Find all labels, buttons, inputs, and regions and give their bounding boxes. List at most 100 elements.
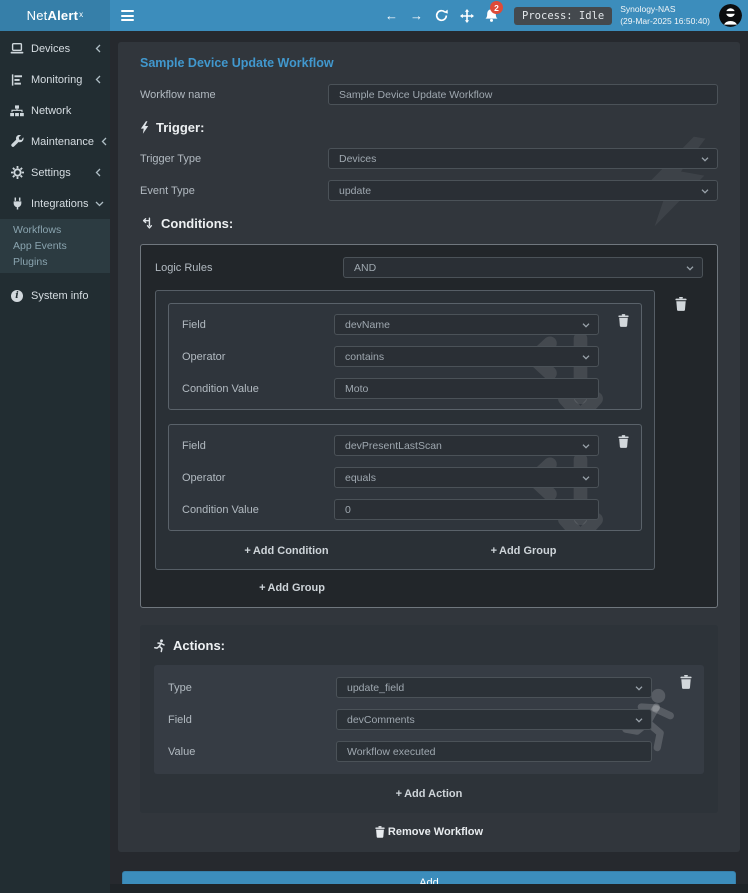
sidebar-item-monitoring[interactable]: Monitoring (0, 64, 110, 95)
action-field-label: Field (168, 714, 336, 726)
event-type-label: Event Type (140, 185, 328, 197)
brand-text: Net (27, 8, 48, 23)
condition-field-select[interactable]: devName (334, 314, 599, 335)
workflow-title-link[interactable]: Sample Device Update Workflow (140, 56, 718, 70)
chevron-down-icon (582, 476, 590, 481)
logic-rules-select[interactable]: AND (343, 257, 703, 278)
condition-value-input[interactable]: Moto (334, 378, 599, 399)
sidebar-item-label: Devices (31, 43, 70, 55)
delete-condition-button[interactable] (618, 314, 629, 327)
refresh-icon (435, 9, 448, 22)
actions-section-header: Actions: (154, 638, 704, 653)
top-navbar: NetAlertx ← → 2 Process: Idle Synology-N… (0, 0, 748, 31)
sidebar-item-label: Settings (31, 167, 71, 179)
chevron-down-icon (95, 201, 104, 207)
condition-value-input[interactable]: 0 (334, 499, 599, 520)
trash-icon (375, 826, 385, 838)
avatar-ninja-icon (719, 4, 742, 27)
condition-value-label: Condition Value (182, 383, 334, 395)
submenu-item-workflows[interactable]: Workflows (0, 222, 110, 238)
trash-icon (618, 314, 629, 327)
sidebar-item-devices[interactable]: Devices (0, 33, 110, 64)
gear-icon (10, 166, 24, 179)
trigger-type-select[interactable]: Devices (328, 148, 718, 169)
arrows-move-icon (460, 9, 474, 23)
chevron-left-icon (95, 75, 101, 84)
integrations-submenu: Workflows App Events Plugins (0, 219, 110, 273)
workflow-name-input[interactable]: Sample Device Update Workflow (328, 84, 718, 105)
condition-operator-select[interactable]: contains (334, 346, 599, 367)
laptop-icon (10, 43, 24, 54)
sidebar-item-network[interactable]: Network (0, 95, 110, 126)
server-name: Synology-NAS (620, 4, 710, 15)
footer-strip (110, 884, 748, 893)
trigger-type-label: Trigger Type (140, 153, 328, 165)
actions-section: Actions: Type update_field Field (140, 625, 718, 813)
event-type-select[interactable]: update (328, 180, 718, 201)
app-logo[interactable]: NetAlertx (0, 0, 110, 31)
arrow-left-icon: ← (385, 8, 398, 23)
workflow-name-label: Workflow name (140, 89, 328, 101)
add-root-group-button[interactable]: +Add Group (259, 582, 325, 594)
add-condition-button[interactable]: +Add Condition (244, 545, 328, 557)
chevron-down-icon (635, 718, 643, 723)
info-icon: i (10, 290, 24, 302)
sidebar-item-system-info[interactable]: i System info (0, 280, 110, 311)
fullscreen-move-button[interactable] (454, 0, 479, 31)
delete-condition-button[interactable] (618, 435, 629, 448)
plug-icon (10, 197, 24, 210)
chevron-down-icon (701, 157, 709, 162)
trigger-section-header: Trigger: (140, 120, 718, 135)
sidebar-item-label: Network (31, 105, 71, 117)
nav-back-button[interactable]: ← (379, 0, 404, 31)
process-status-chip[interactable]: Process: Idle (514, 7, 612, 25)
add-group-button[interactable]: +Add Group (491, 545, 557, 557)
submenu-item-app-events[interactable]: App Events (0, 238, 110, 254)
remove-workflow-button[interactable]: Remove Workflow (140, 826, 718, 838)
wrench-icon (10, 135, 24, 148)
action-field-select[interactable]: devComments (336, 709, 652, 730)
nav-forward-button[interactable]: → (404, 0, 429, 31)
chevron-left-icon (101, 137, 107, 146)
condition-operator-select[interactable]: equals (334, 467, 599, 488)
sidebar-item-label: Maintenance (31, 136, 94, 148)
server-info: Synology-NAS (29-Mar-2025 16:50:40) (620, 4, 710, 26)
notifications-button[interactable]: 2 (479, 0, 504, 31)
main-content: Sample Device Update Workflow Workflow n… (110, 31, 748, 893)
condition-item: Field devName Operator contains (168, 303, 642, 410)
condition-item: Field devPresentLastScan Operator equals (168, 424, 642, 531)
split-arrows-icon (140, 217, 154, 230)
navbar-actions: ← → 2 Process: Idle Synology-NAS (29-Mar… (379, 0, 748, 31)
condition-field-select[interactable]: devPresentLastScan (334, 435, 599, 456)
sidebar-toggle-button[interactable] (110, 0, 144, 31)
process-status-text: Process: Idle (522, 10, 604, 22)
chevron-left-icon (95, 168, 101, 177)
sidebar-item-integrations[interactable]: Integrations (0, 188, 110, 219)
chevron-down-icon (582, 355, 590, 360)
chevron-down-icon (582, 323, 590, 328)
action-item: Type update_field Field devComments Valu… (154, 665, 704, 774)
chevron-left-icon (95, 44, 101, 53)
field-label: Field (182, 319, 334, 331)
action-type-select[interactable]: update_field (336, 677, 652, 698)
delete-group-button[interactable] (675, 297, 687, 311)
condition-value-label: Condition Value (182, 504, 334, 516)
chevron-down-icon (582, 444, 590, 449)
submenu-item-plugins[interactable]: Plugins (0, 254, 110, 270)
add-action-button[interactable]: +Add Action (396, 788, 463, 800)
chevron-down-icon (686, 266, 694, 271)
refresh-button[interactable] (429, 0, 454, 31)
delete-action-button[interactable] (680, 675, 692, 689)
workflow-panel: Sample Device Update Workflow Workflow n… (118, 42, 740, 852)
sidebar-item-maintenance[interactable]: Maintenance (0, 126, 110, 157)
plus-icon: + (396, 788, 402, 800)
operator-label: Operator (182, 472, 334, 484)
plus-icon: + (244, 545, 250, 557)
action-type-label: Type (168, 682, 336, 694)
plus-icon: + (259, 582, 265, 594)
sidebar-item-settings[interactable]: Settings (0, 157, 110, 188)
user-avatar[interactable] (719, 4, 742, 27)
sidebar-item-label: Monitoring (31, 74, 82, 86)
action-value-input[interactable]: Workflow executed (336, 741, 652, 762)
bolt-icon (140, 121, 149, 134)
